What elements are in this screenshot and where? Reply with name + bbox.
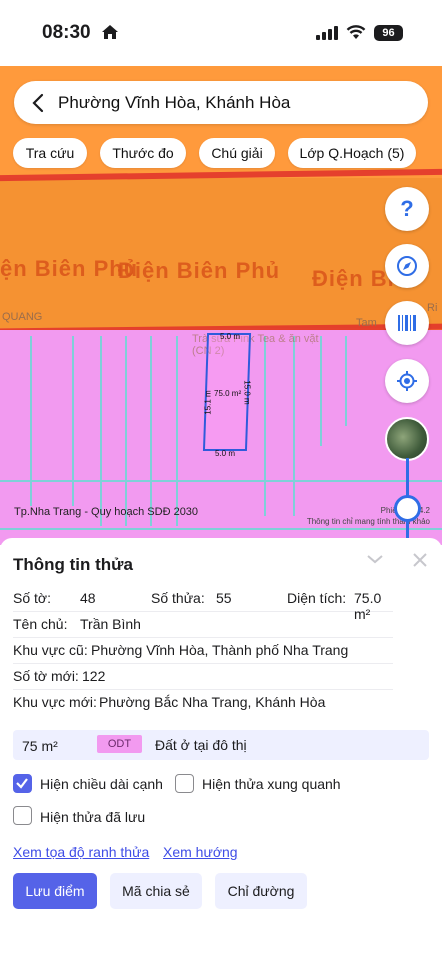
plot-line <box>150 336 152 526</box>
search-location-text[interactable]: Phường Vĩnh Hòa, Khánh Hòa <box>58 93 290 113</box>
view-boundary-coords-link[interactable]: Xem tọa độ ranh thửa <box>13 844 149 860</box>
home-icon <box>102 25 118 39</box>
chip-lop-quy-hoach[interactable]: Lớp Q.Hoạch (5) <box>288 138 416 168</box>
plot-line <box>0 480 442 482</box>
plot-line <box>125 336 127 526</box>
view-direction-link[interactable]: Xem hướng <box>163 844 238 860</box>
owner-row: Tên chủ: Trần Bình <box>13 612 393 638</box>
chip-tra-cuu[interactable]: Tra cứu <box>13 138 87 168</box>
new-area-label: Khu vực mới: <box>13 694 97 710</box>
back-chevron-icon[interactable] <box>32 93 44 113</box>
so-thua-label: Số thửa: <box>151 590 205 606</box>
parcel-area-label: 75.0 m² <box>214 389 242 398</box>
chip-chu-giai[interactable]: Chú giải <box>199 138 275 168</box>
land-code-badge: ODT <box>97 735 142 753</box>
new-area-value: Phường Bắc Nha Trang, Khánh Hòa <box>99 694 326 710</box>
new-area-row: Khu vực mới: Phường Bắc Nha Trang, Khánh… <box>13 690 393 716</box>
compass-button[interactable] <box>385 244 429 288</box>
map-label: Tam <box>356 317 377 329</box>
barcode-icon <box>398 315 416 331</box>
checkbox-show-neighbors[interactable] <box>175 774 194 793</box>
parcel-dim-right: 15.0 m <box>242 380 252 405</box>
close-icon[interactable] <box>412 552 428 568</box>
new-sheet-label: Số tờ mới: <box>13 668 79 684</box>
parcel-dim-top: 5.0 m <box>220 332 241 341</box>
checkbox-label: Hiện chiều dài cạnh <box>40 776 163 792</box>
land-area: 75 m² <box>22 738 58 754</box>
share-code-button[interactable]: Mã chia sẻ <box>110 873 202 909</box>
crosshair-location-icon <box>397 371 417 391</box>
checkbox-show-saved[interactable] <box>13 806 32 825</box>
help-button[interactable]: ? <box>385 187 429 231</box>
land-use-row: 75 m² ODT Đất ở tại đô thị <box>13 730 429 760</box>
old-area-label: Khu vực cũ: <box>13 642 88 658</box>
map-road-zone <box>0 178 442 328</box>
opacity-slider-handle[interactable] <box>394 495 421 522</box>
map-plan-label: Tp.Nha Trang - Quy hoạch SDĐ 2030 <box>14 506 199 518</box>
status-bar: 08:30 96 <box>0 0 442 66</box>
checkbox-show-edge-length[interactable] <box>13 774 32 793</box>
battery-indicator: 96 <box>374 25 403 41</box>
plot-line <box>293 336 295 516</box>
search-bar[interactable]: Phường Vĩnh Hòa, Khánh Hòa <box>14 81 428 124</box>
compass-icon <box>397 256 417 276</box>
status-time: 08:30 <box>42 22 91 43</box>
plot-line <box>0 528 442 530</box>
satellite-layer-toggle[interactable] <box>385 417 429 461</box>
plot-line <box>100 336 102 526</box>
map-label: QUANG <box>2 311 43 323</box>
chip-thuoc-do[interactable]: Thước đo <box>100 138 186 168</box>
owner-value: Trần Bình <box>80 616 141 632</box>
my-location-button[interactable] <box>385 359 429 403</box>
parcel-dim-bottom: 5.0 m <box>215 449 236 458</box>
old-area-value: Phường Vĩnh Hòa, Thành phố Nha Trang <box>91 642 349 658</box>
plot-line <box>264 336 266 516</box>
question-icon: ? <box>400 196 414 221</box>
land-type-desc: Đất ở tại đô thị <box>155 737 247 753</box>
parcel-numbers-row: Số tờ: 48 Số thửa: 55 Diện tích: 75.0 m² <box>13 586 393 622</box>
parcel-info-panel: Thông tin thửa Số tờ: 48 Số thửa: 55 Diệ… <box>0 538 442 960</box>
panel-title: Thông tin thửa <box>13 555 133 574</box>
plot-line <box>345 336 347 426</box>
dien-tich-label: Diện tích: <box>287 590 347 606</box>
save-point-button[interactable]: Lưu điểm <box>13 873 97 909</box>
parcel-dim-left: 15.1 m <box>203 390 213 415</box>
road-label: Điện Bi <box>312 266 395 291</box>
so-to-value: 48 <box>80 590 96 606</box>
wifi-icon <box>346 25 366 39</box>
new-sheet-row: Số tờ mới: 122 <box>13 664 393 690</box>
cellular-signal-icon <box>316 26 338 40</box>
new-sheet-value: 122 <box>82 668 106 684</box>
checkmark-icon <box>16 778 28 789</box>
chevron-down-icon[interactable] <box>366 553 384 565</box>
owner-label: Tên chủ: <box>13 616 68 632</box>
barcode-scan-button[interactable] <box>385 301 429 345</box>
old-area-row: Khu vực cũ: Phường Vĩnh Hòa, Thành phố N… <box>13 638 393 664</box>
plot-line <box>176 336 178 526</box>
checkbox-label: Hiện thửa xung quanh <box>202 776 341 792</box>
checkbox-label: Hiện thửa đã lưu <box>40 809 146 825</box>
road-label: Điện Biên Phủ <box>118 258 281 283</box>
so-thua-value: 55 <box>216 590 232 606</box>
map-label: Ri <box>427 302 438 314</box>
directions-button[interactable]: Chỉ đường <box>215 873 307 909</box>
so-to-label: Số tờ: <box>13 590 51 606</box>
